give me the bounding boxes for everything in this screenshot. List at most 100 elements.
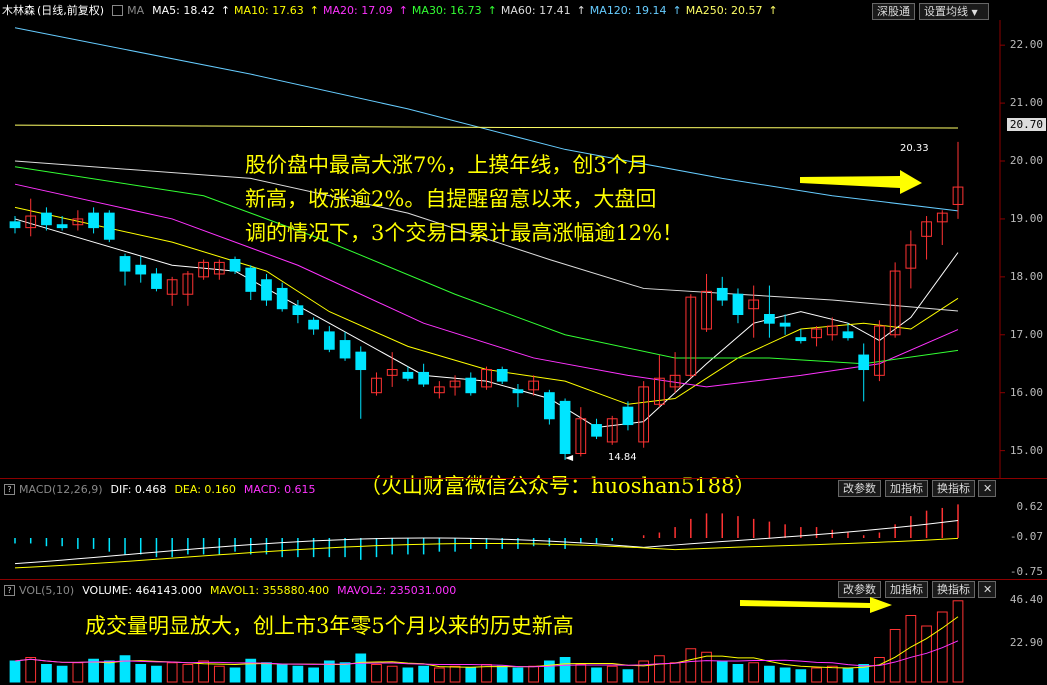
vol-title: VOL(5,10) <box>19 583 75 597</box>
volume-bar <box>355 653 367 683</box>
volume-bar <box>685 648 697 683</box>
volume-bar <box>543 660 555 683</box>
macd-switch-button[interactable]: 换指标 <box>932 480 975 497</box>
candle-body <box>276 287 288 310</box>
volume-bar <box>88 658 99 683</box>
volume-bar <box>842 667 854 683</box>
candle-body <box>339 340 351 359</box>
vol-header: ? VOL(5,10) VOLUME: 464143.000 MAVOL1: 3… <box>0 580 464 600</box>
candle-body <box>795 337 807 342</box>
price-tick: 22.00 <box>1009 38 1043 52</box>
wechat-annotation: （火山财富微信公众号：huoshan5188） <box>360 474 756 498</box>
volume-bar <box>371 664 382 683</box>
macd-header: ? MACD(12,26,9) DIF: 0.468 DEA: 0.160 MA… <box>0 479 324 499</box>
candle-body <box>512 389 524 394</box>
volume-bar <box>732 664 744 683</box>
volume-bar <box>449 665 461 683</box>
candle-body <box>41 212 52 226</box>
macd-add-button[interactable]: 加指标 <box>885 480 928 497</box>
candle-body <box>622 406 634 426</box>
price-tick: 20.00 <box>1009 154 1043 167</box>
candle-body <box>88 212 99 229</box>
volume-bar <box>826 665 838 683</box>
volume-bar <box>119 655 131 683</box>
candle-body <box>465 377 477 394</box>
volume-bar <box>292 665 304 683</box>
price-axis-highlight: 20.70 <box>1006 118 1046 131</box>
candle-body <box>732 293 744 316</box>
volume-bar <box>905 615 917 683</box>
macd-tick: -0.07 <box>1009 530 1043 543</box>
macd-question-icon[interactable]: ? <box>4 483 15 495</box>
volume-bar <box>339 662 351 683</box>
vol-tick: 46.40 <box>1009 593 1043 606</box>
volume-bar <box>402 667 414 683</box>
macd-dif-line <box>14 520 959 565</box>
volume-bar <box>795 669 807 683</box>
volume-bar <box>198 660 209 683</box>
macd-dea-line <box>14 537 959 569</box>
volume-bar <box>25 657 37 683</box>
price-tick: 19.00 <box>1009 211 1043 225</box>
volume-bar <box>701 651 712 683</box>
volume-bar <box>748 662 760 683</box>
volume-bar <box>889 629 901 683</box>
candle-body <box>418 371 430 385</box>
candle-body <box>151 273 162 289</box>
volume-bar <box>496 665 508 683</box>
annotation-line-2: 新高，收涨逾2%。自提醒留意以来，大盘回 <box>245 187 657 211</box>
volume-bar <box>103 660 115 683</box>
volume-bar <box>433 667 445 683</box>
volume-bar <box>779 667 791 683</box>
volume-bar <box>654 655 665 683</box>
vol-question-icon[interactable]: ? <box>4 584 15 596</box>
macd-value: MACD: 0.615 <box>243 482 316 496</box>
vol-tick: 22.90 <box>1009 636 1043 649</box>
macd-tick: -0.75 <box>1009 565 1043 578</box>
volume-bar <box>952 600 964 683</box>
price-tick: 15.00 <box>1009 443 1043 457</box>
vol-mavol2: MAVOL2: 235031.000 <box>337 583 457 597</box>
volume-bar <box>261 662 272 683</box>
vol-close-icon[interactable]: ✕ <box>978 581 996 598</box>
vol-param-button[interactable]: 改参数 <box>838 581 881 598</box>
candle-body <box>119 256 131 272</box>
volume-bar <box>245 658 257 683</box>
mavol2-line <box>14 640 959 668</box>
volume-bar <box>936 611 948 683</box>
volume-bar <box>135 664 147 683</box>
ma-line <box>14 218 959 428</box>
volume-bar <box>166 662 178 683</box>
annotation-line-3: 调的情况下，3个交易日累计最高涨幅逾12%！ <box>245 221 684 245</box>
volume-bar <box>323 660 335 683</box>
volume-bar <box>56 665 68 683</box>
candle-body <box>323 331 335 350</box>
candle-body <box>842 331 854 339</box>
candle-body <box>779 322 791 327</box>
price-tick: 18.00 <box>1009 269 1043 283</box>
volume-bar <box>559 657 571 683</box>
vol-mavol1: MAVOL1: 355880.400 <box>209 583 330 597</box>
candle-body <box>543 392 555 420</box>
macd-dea: DEA: 0.160 <box>174 482 236 496</box>
candle-body <box>496 369 508 382</box>
candle-body <box>135 264 147 275</box>
macd-close-icon[interactable]: ✕ <box>978 480 996 497</box>
volume-bar <box>921 625 932 683</box>
volume-bar <box>151 665 162 683</box>
price-tick: 16.00 <box>1009 385 1043 399</box>
macd-param-button[interactable]: 改参数 <box>838 480 881 497</box>
volume-bar <box>716 660 728 683</box>
main-annotation: 股价盘中最高大涨7%，上摸年线，创3个月 新高，收涨逾2%。自提醒留意以来，大盘… <box>245 148 683 250</box>
vol-switch-button[interactable]: 换指标 <box>932 581 975 598</box>
low-price-label: 14.84 <box>608 452 637 463</box>
candle-body <box>9 221 21 229</box>
volume-bar <box>575 664 587 683</box>
volume-bar <box>874 657 885 683</box>
vol-add-button[interactable]: 加指标 <box>885 581 928 598</box>
volume-bar <box>606 665 618 683</box>
candle-body <box>355 351 367 371</box>
volume-bar <box>858 664 870 683</box>
volume-bar <box>229 667 241 683</box>
candle-body <box>716 287 728 301</box>
